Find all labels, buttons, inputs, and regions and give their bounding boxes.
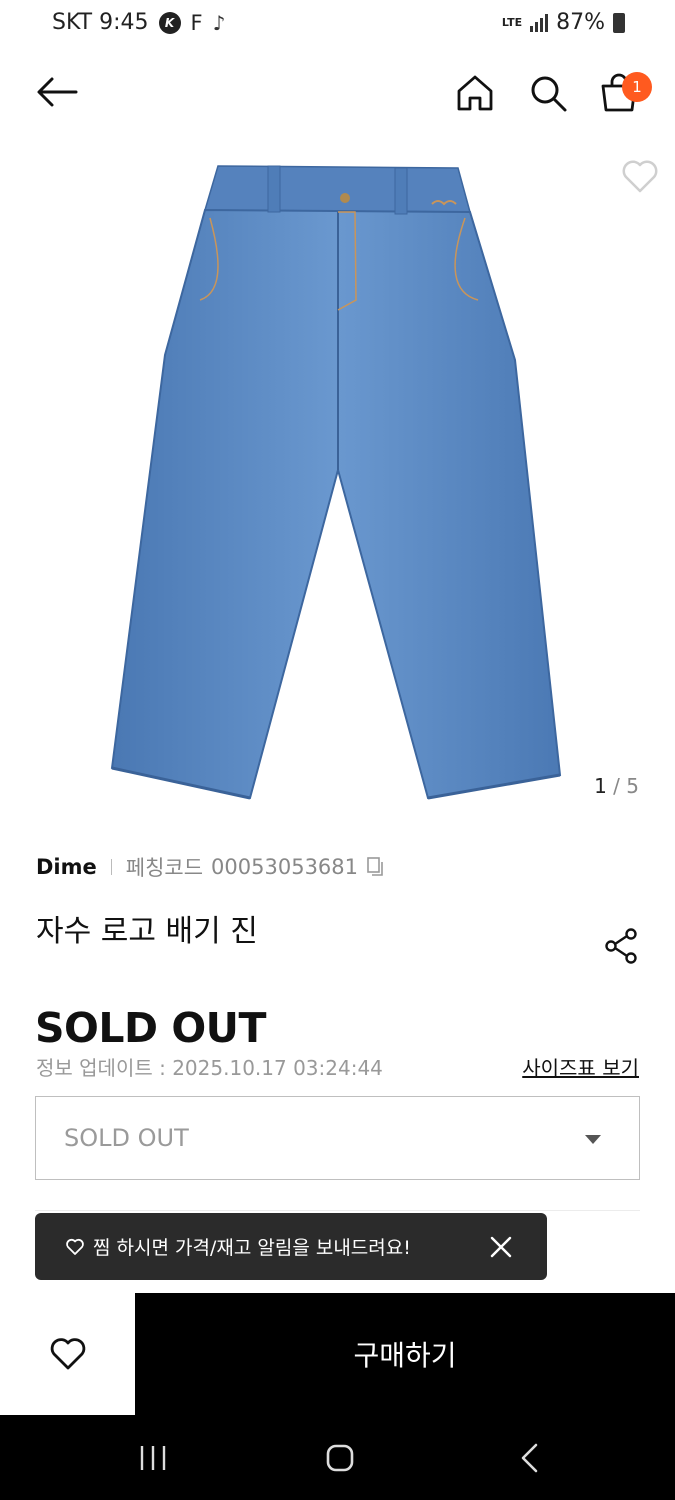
k-icon: K (158, 11, 181, 34)
heart-outline-icon (50, 1338, 85, 1370)
dropdown-arrow-icon (585, 1135, 601, 1144)
jeans-image (110, 165, 562, 800)
home-icon (457, 75, 493, 111)
product-image-carousel[interactable] (0, 140, 675, 820)
top-app-bar (0, 60, 675, 130)
status-left: SKT 9:45 K F ♪ (52, 10, 225, 35)
back-arrow-icon (37, 77, 78, 107)
home-button[interactable] (454, 72, 496, 114)
carrier-time: SKT 9:45 (52, 10, 149, 35)
search-icon (531, 76, 567, 112)
copy-icon[interactable] (366, 856, 386, 878)
battery-icon (613, 12, 625, 33)
divider (110, 859, 112, 875)
cart-count-badge: 1 (622, 72, 652, 102)
wishlist-button[interactable] (0, 1293, 135, 1415)
image-counter-separator: / (613, 774, 620, 798)
brand-row: Dime 페칭코드 00053053681 (36, 852, 386, 882)
code-value: 00053053681 (211, 855, 359, 879)
option-select[interactable]: SOLD OUT (35, 1096, 640, 1180)
f-icon: F (190, 10, 203, 35)
share-icon (605, 928, 637, 964)
option-selected-value: SOLD OUT (64, 1124, 189, 1152)
recent-apps-icon (140, 1446, 166, 1470)
lte-icon: LTE (501, 15, 523, 29)
chevron-left-icon (521, 1443, 538, 1473)
heart-outline-icon (622, 160, 658, 193)
tiktok-icon: ♪ (212, 10, 226, 35)
system-home-button[interactable] (325, 1442, 355, 1474)
toast-message: 찜 하시면 가격/재고 알림을 보내드려요! (93, 1237, 411, 1259)
bottom-action-bar: 구매하기 (0, 1293, 675, 1415)
stock-status-title: SOLD OUT (35, 1004, 266, 1052)
close-icon (490, 1236, 512, 1258)
update-timestamp: 정보 업데이트 : 2025.10.17 03:24:44 (36, 1056, 383, 1080)
wishlist-button-top[interactable] (620, 157, 660, 195)
wishlist-toast: 찜 하시면 가격/재고 알림을 보내드려요! (35, 1213, 547, 1280)
system-back-button[interactable] (518, 1442, 542, 1474)
section-divider (35, 1210, 640, 1211)
back-button[interactable] (32, 72, 82, 112)
system-navigation-bar (0, 1415, 675, 1500)
home-circle-icon (326, 1444, 354, 1472)
search-button[interactable] (527, 72, 569, 114)
image-counter-total: 5 (626, 774, 639, 798)
buy-button[interactable]: 구매하기 (135, 1293, 675, 1415)
toast-close-button[interactable] (489, 1235, 513, 1259)
status-bar: SKT 9:45 K F ♪ LTE 87% (0, 0, 675, 50)
image-counter: 1 / 5 (594, 774, 639, 798)
image-counter-current: 1 (594, 774, 607, 798)
code-label: 페칭코드 (125, 856, 204, 880)
battery-percent: 87% (556, 10, 605, 35)
status-right: LTE 87% (502, 10, 625, 35)
recent-apps-button[interactable] (138, 1443, 168, 1473)
share-button[interactable] (603, 927, 639, 965)
signal-icon (530, 13, 549, 32)
product-name: 자수 로고 배기 진 (36, 914, 258, 949)
size-chart-link[interactable]: 사이즈표 보기 (522, 1052, 639, 1081)
brand-name[interactable]: Dime (36, 855, 97, 879)
heart-outline-icon (66, 1238, 84, 1255)
